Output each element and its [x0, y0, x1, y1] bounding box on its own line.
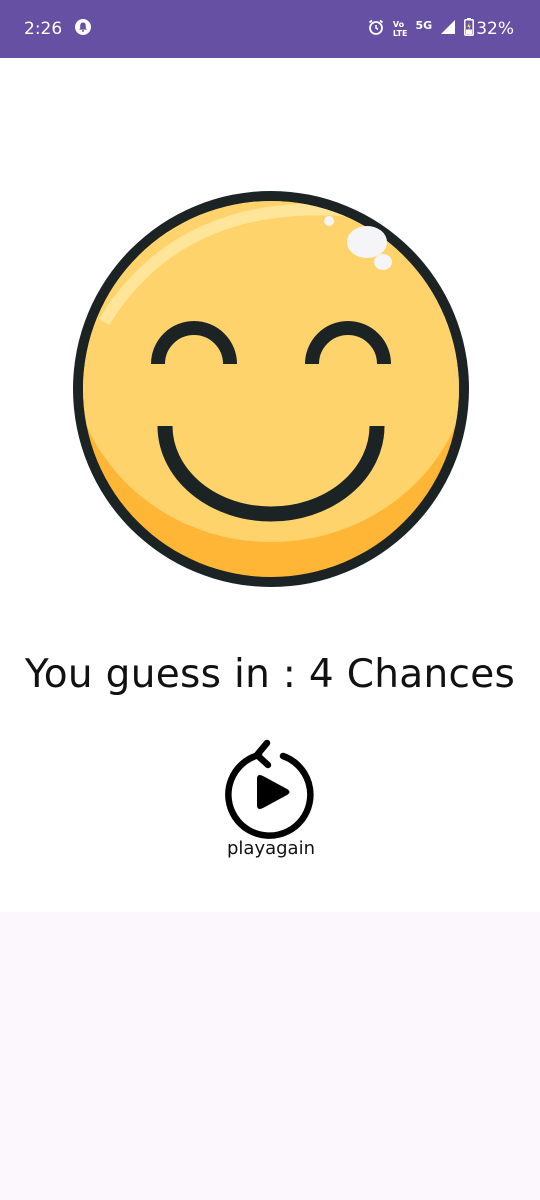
- status-left: 2:26: [24, 18, 92, 41]
- status-time: 2:26: [24, 19, 63, 39]
- status-bar: 2:26 Vo LTE 5G 32%: [0, 0, 540, 58]
- alarm-icon: [367, 18, 385, 41]
- smiling-face-icon: [64, 182, 478, 596]
- result-screen: You guess in : 4 Chances playagain: [0, 58, 540, 912]
- result-text: You guess in : 4 Chances: [24, 652, 516, 697]
- wifi-calling-icon: Vo LTE: [393, 20, 408, 38]
- replay-play-icon: [223, 738, 319, 842]
- net-top-label: Vo: [392, 20, 405, 29]
- network-type: 5G: [415, 18, 433, 32]
- battery-icon: [464, 17, 475, 41]
- empty-bottom-area: [0, 912, 540, 1200]
- play-again-button[interactable]: playagain: [215, 738, 327, 868]
- status-right: Vo LTE 5G 32%: [367, 17, 514, 41]
- signal-icon: [440, 19, 456, 40]
- play-again-label: playagain: [226, 838, 315, 859]
- notification-icon: [74, 18, 92, 41]
- net-bottom-label: LTE: [392, 29, 408, 38]
- battery-percent: 32%: [476, 19, 514, 39]
